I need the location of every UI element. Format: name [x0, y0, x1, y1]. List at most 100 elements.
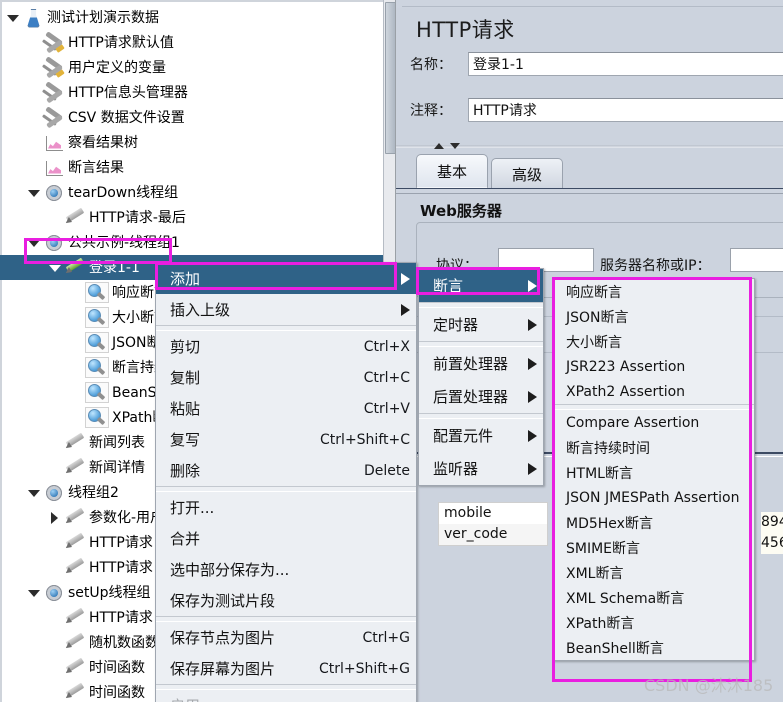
menu-item-accelerator: Ctrl+Shift+C: [320, 431, 410, 448]
context_menu-item-8[interactable]: 合并: [156, 523, 416, 554]
app-root: 测试计划演示数据 HTTP请求默认值用户定义的变量 HTTP信息头管理器 CSV 数据…: [0, 0, 783, 702]
context_menu-item-6[interactable]: 删除 Delete: [156, 455, 416, 486]
add-submenu[interactable]: 断言定时器前置处理器 后置处理器配置元件监听器: [418, 268, 544, 486]
submenu_assertion-item-6[interactable]: 断言持续时间: [554, 435, 754, 460]
submenu_add-item-0[interactable]: 断言: [419, 269, 543, 302]
context_menu-item-13[interactable]: 启用: [156, 690, 416, 702]
tree-item-label: HTTP请求: [89, 559, 153, 576]
server-name-input[interactable]: [730, 248, 783, 272]
tree-twisty-placeholder: [48, 461, 62, 475]
parameter-name-list[interactable]: mobile ver_code: [438, 502, 548, 546]
submenu_assertion-item-8[interactable]: JSON JMESPath Assertion: [554, 485, 754, 510]
tree-item-label: 时间函数: [89, 684, 145, 701]
comment-input[interactable]: HTTP请求: [468, 98, 783, 122]
menu-item-label: JSON JMESPath Assertion: [566, 489, 740, 506]
tab-basic[interactable]: 基本: [416, 154, 488, 189]
magnifier-icon: [85, 307, 109, 328]
submenu_assertion-item-11[interactable]: XML断言: [554, 560, 754, 585]
submenu-arrow-icon: [401, 303, 410, 316]
splitter-up-arrow-icon[interactable]: [434, 143, 444, 149]
submenu_assertion-item-12[interactable]: XML Schema断言: [554, 585, 754, 610]
chevron-right-icon[interactable]: [48, 511, 62, 525]
submenu_assertion-item-10[interactable]: SMIME断言: [554, 535, 754, 560]
menu-item-label: 插入上级: [170, 301, 231, 319]
menu-item-label: 保存屏幕为图片: [170, 660, 276, 678]
submenu_assertion-item-0[interactable]: 响应断言: [554, 279, 754, 304]
tree-item-0[interactable]: 测试计划演示数据: [0, 5, 384, 30]
name-input[interactable]: 登录1-1: [468, 52, 783, 76]
tree-twisty-placeholder: [48, 636, 62, 650]
submenu_add-item-3[interactable]: 后置处理器: [419, 380, 543, 413]
chevron-down-icon[interactable]: [27, 236, 41, 250]
submenu_add-item-5[interactable]: 监听器: [419, 452, 543, 485]
tree-item-label: 用户定义的变量: [68, 59, 166, 76]
gear-icon: [43, 583, 65, 603]
chevron-down-icon[interactable]: [6, 11, 20, 25]
menu-item-label: 保存为测试片段: [170, 592, 276, 610]
splitter-arrows[interactable]: [434, 140, 474, 152]
context_menu-item-2[interactable]: 剪切 Ctrl+X: [156, 331, 416, 362]
tree-item-1[interactable]: HTTP请求默认值: [0, 30, 384, 55]
submenu_assertion-item-7[interactable]: HTML断言: [554, 460, 754, 485]
parameter-row-vercode[interactable]: ver_code: [439, 524, 547, 545]
menu-item-label: 配置元件: [433, 427, 494, 445]
tree-item-9[interactable]: 公共示例-线程组1: [0, 230, 384, 255]
submenu_add-item-2[interactable]: 前置处理器: [419, 347, 543, 380]
submenu_assertion-item-3[interactable]: JSR223 Assertion: [554, 354, 754, 379]
context_menu-item-1[interactable]: 插入上级: [156, 294, 416, 325]
wrench-gold-head: [55, 43, 65, 53]
chevron-down-icon[interactable]: [27, 586, 41, 600]
context_menu-item-9[interactable]: 选中部分保存为...: [156, 554, 416, 585]
submenu_assertion-item-9[interactable]: MD5Hex断言: [554, 510, 754, 535]
tab-advanced[interactable]: 高级: [491, 158, 563, 189]
submenu_assertion-item-4[interactable]: XPath2 Assertion: [554, 379, 754, 404]
submenu_add-item-1[interactable]: 定时器: [419, 308, 543, 341]
submenu-arrow-icon: [528, 357, 537, 370]
tree-item-2[interactable]: 用户定义的变量: [0, 55, 384, 80]
submenu_assertion-item-2[interactable]: 大小断言: [554, 329, 754, 354]
chevron-down-icon[interactable]: [27, 186, 41, 200]
tree-item-4[interactable]: CSV 数据文件设置: [0, 105, 384, 130]
web-server-title: Web服务器: [420, 202, 502, 220]
tree-item-label: 随机数函数: [89, 634, 159, 651]
submenu-arrow-icon: [528, 390, 537, 403]
submenu_add-item-4[interactable]: 配置元件: [419, 419, 543, 452]
submenu_assertion-item-1[interactable]: JSON断言: [554, 304, 754, 329]
chevron-down-icon[interactable]: [48, 261, 62, 275]
tree-item-3[interactable]: HTTP信息头管理器: [0, 80, 384, 105]
tree-item-label: 断言结果: [68, 159, 124, 176]
tree-item-6[interactable]: 断言结果: [0, 155, 384, 180]
context_menu-item-7[interactable]: 打开...: [156, 492, 416, 523]
context_menu-item-5[interactable]: 复写 Ctrl+Shift+C: [156, 424, 416, 455]
submenu_assertion-item-13[interactable]: XPath断言: [554, 610, 754, 635]
chart-icon: [43, 133, 65, 153]
context_menu-item-0[interactable]: 添加: [156, 263, 416, 294]
tree-item-label: 线程组2: [68, 484, 119, 501]
submenu_assertion-item-5[interactable]: Compare Assertion: [554, 410, 754, 435]
assertion-submenu[interactable]: 响应断言 JSON断言大小断言 JSR223 Assertion XPath2 Ass…: [553, 278, 755, 661]
menu-item-label: JSON断言: [566, 309, 629, 326]
context_menu-item-12[interactable]: 保存屏幕为图片 Ctrl+Shift+G: [156, 653, 416, 684]
context_menu-item-11[interactable]: 保存节点为图片 Ctrl+G: [156, 622, 416, 653]
tree-item-label: 参数化-用户: [89, 509, 165, 526]
chevron-down-icon[interactable]: [27, 486, 41, 500]
tree-twisty-placeholder: [69, 311, 83, 325]
tree-item-5[interactable]: 察看结果树: [0, 130, 384, 155]
context_menu-item-4[interactable]: 粘贴 Ctrl+V: [156, 393, 416, 424]
menu-item-accelerator: Delete: [364, 462, 410, 479]
tree-item-8[interactable]: HTTP请求-最后: [0, 205, 384, 230]
tree-item-7[interactable]: tearDown线程组: [0, 180, 384, 205]
submenu_assertion-item-14[interactable]: BeanShell断言: [554, 635, 754, 660]
pen-icon: [64, 458, 86, 478]
tree-twisty-placeholder: [69, 386, 83, 400]
context_menu-item-3[interactable]: 复制 Ctrl+C: [156, 362, 416, 393]
parameter-value-2: 456: [761, 533, 783, 554]
tree-context-menu[interactable]: 添加插入上级剪切 Ctrl+X 复制 Ctrl+C 粘贴 Ctrl+V 复写 Ctrl+Shi…: [155, 262, 417, 702]
watermark: CSDN @沐沐185: [644, 676, 774, 695]
splitter-down-arrow-icon[interactable]: [450, 143, 460, 149]
tree-twisty-placeholder: [48, 436, 62, 450]
parameter-row-mobile[interactable]: mobile: [439, 503, 547, 524]
context_menu-item-10[interactable]: 保存为测试片段: [156, 585, 416, 616]
tree-item-label: HTTP请求-最后: [89, 209, 186, 226]
scrollbar-thumb[interactable]: [385, 2, 395, 154]
